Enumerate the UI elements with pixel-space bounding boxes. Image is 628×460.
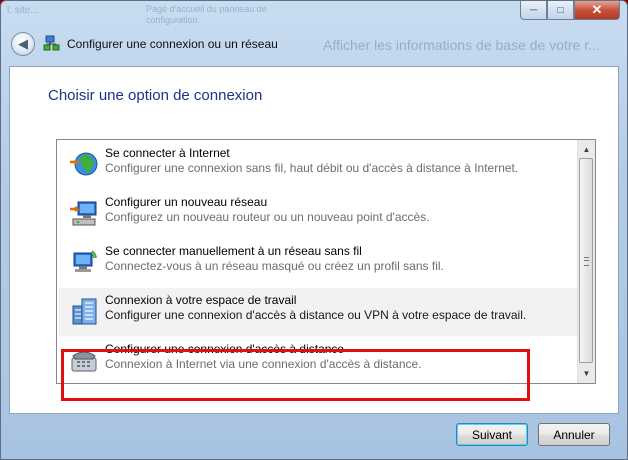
option-description: Configurer une connexion sans fil, haut … xyxy=(105,161,519,175)
background-crumb: configuration xyxy=(146,15,198,25)
option-connect-internet[interactable]: Se connecter à Internet Configurer une c… xyxy=(59,141,577,189)
network-icon xyxy=(43,35,60,51)
nav-title: Configurer une connexion ou un réseau xyxy=(67,37,278,51)
dialog-window: l: site... Page d'accueil du panneau de … xyxy=(0,0,628,460)
annotation-highlight-box xyxy=(61,349,530,401)
maximize-button[interactable]: □ xyxy=(547,1,574,20)
page-heading: Choisir une option de connexion xyxy=(48,87,263,104)
option-workplace-connection[interactable]: Connexion à votre espace de travail Conf… xyxy=(59,288,577,336)
navigation-bar: ◀ Configurer une connexion ou un réseau xyxy=(11,32,278,56)
globe-network-icon xyxy=(70,152,98,176)
option-new-network[interactable]: Configurer un nouveau réseau Configurez … xyxy=(59,190,577,238)
next-button[interactable]: Suivant xyxy=(456,423,528,446)
grip-icon xyxy=(584,257,589,266)
option-title: Connexion à votre espace de travail xyxy=(105,293,297,307)
maximize-icon: □ xyxy=(557,4,564,16)
option-title: Se connecter manuellement à un réseau sa… xyxy=(105,244,362,258)
wireless-computer-icon xyxy=(73,250,97,272)
back-button[interactable]: ◀ xyxy=(11,32,35,56)
cancel-button[interactable]: Annuler xyxy=(538,423,610,446)
workplace-building-icon xyxy=(72,298,97,325)
option-description: Configurez un nouveau routeur ou un nouv… xyxy=(105,210,430,224)
content-panel: Choisir une option de connexion Se conne… xyxy=(9,66,619,414)
option-description: Connectez-vous à un réseau masqué ou cré… xyxy=(105,259,444,273)
scroll-up-icon: ▲ xyxy=(582,145,591,154)
window-controls: ─ □ ✕ xyxy=(520,1,620,20)
scroll-up-button[interactable]: ▲ xyxy=(578,141,595,158)
option-description: Configurer une connexion d'accès à dista… xyxy=(105,308,527,322)
new-network-icon xyxy=(70,201,97,226)
close-icon: ✕ xyxy=(591,2,603,17)
connection-options-list[interactable]: Se connecter à Internet Configurer une c… xyxy=(56,139,596,384)
option-title: Se connecter à Internet xyxy=(105,146,230,160)
scroll-down-button[interactable]: ▼ xyxy=(578,365,595,382)
scroll-thumb[interactable] xyxy=(579,158,593,363)
background-crumb: Page d'accueil du panneau de xyxy=(146,4,267,14)
close-button[interactable]: ✕ xyxy=(574,1,620,20)
minimize-button[interactable]: ─ xyxy=(520,1,547,20)
minimize-icon: ─ xyxy=(529,4,538,16)
list-scrollbar[interactable]: ▲ ▼ xyxy=(577,140,595,383)
background-window-title: Afficher les informations de base de vot… xyxy=(323,37,600,53)
option-manual-wireless[interactable]: Se connecter manuellement à un réseau sa… xyxy=(59,239,577,287)
back-arrow-icon: ◀ xyxy=(18,36,28,51)
scroll-down-icon: ▼ xyxy=(582,369,591,378)
background-text: l: site... xyxy=(7,5,39,16)
option-title: Configurer un nouveau réseau xyxy=(105,195,268,209)
